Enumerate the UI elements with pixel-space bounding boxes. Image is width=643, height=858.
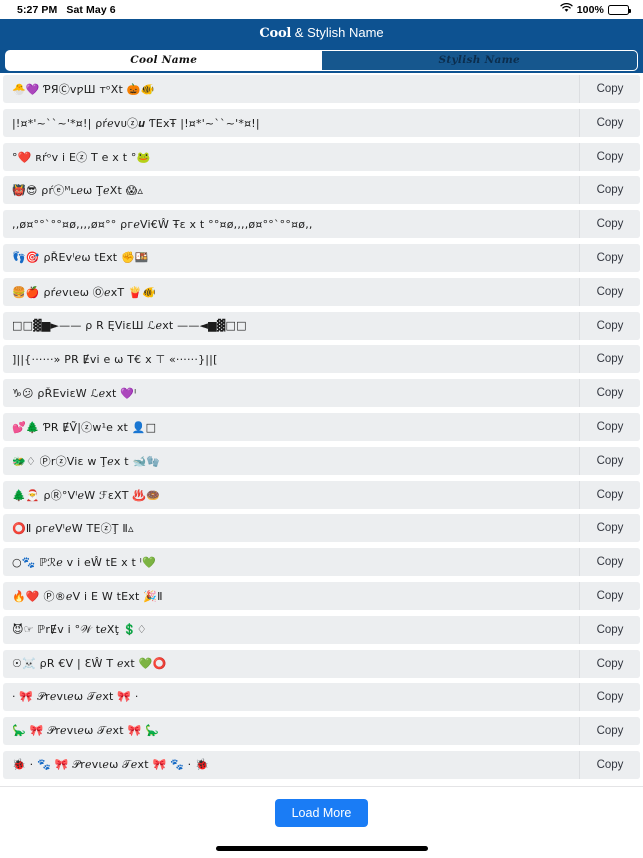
list-item[interactable]: 👣🎯 ρŘEᴠᴵℯω tЕхt ✊🍱 Copy xyxy=(3,243,640,272)
copy-button[interactable]: Copy xyxy=(579,277,640,306)
copy-button[interactable]: Copy xyxy=(579,750,640,779)
list-item[interactable]: ]||{······» ΡR Ɇvi e ω T€ x ⊤ «······}||… xyxy=(3,345,640,374)
tab-stylish-name[interactable]: Stylish Name xyxy=(321,49,638,71)
stylish-name-text: 🐞 · 🐾 🎀 𝒫rℯᴠιℯω 𝒯ℯхt 🎀 🐾 · 🐞 xyxy=(12,757,209,771)
copy-button[interactable]: Copy xyxy=(579,379,640,408)
stylish-name-text: ○🐾 ℙℛℯ v i eŴ tЕ x t ᴵ💚 xyxy=(12,555,156,569)
stylish-name-text: 👣🎯 ρŘEᴠᴵℯω tЕхt ✊🍱 xyxy=(12,251,149,265)
copy-button[interactable]: Copy xyxy=(579,649,640,678)
list-item[interactable]: 👹😎 ρŕⓔᴹʟℯω ŢℯΧt 😱▵ Copy xyxy=(3,176,640,205)
copy-button[interactable]: Copy xyxy=(579,548,640,577)
stylish-name-text: |!¤*'~``~'*¤!| ρŕℯᴠᴜⓩ𝒖 ƬΕхŦ |!¤*'~``~'*¤… xyxy=(12,116,260,130)
list-item[interactable]: 🦕 🎀 𝒫rℯᴠιℯω 𝒯ℯхt 🎀 🦕 Copy xyxy=(3,717,640,746)
tab-cool-name[interactable]: Cool Name xyxy=(5,49,322,71)
copy-button[interactable]: Copy xyxy=(579,108,640,137)
stylish-name-text: 🐲♢ ⓅrⓩViε w Ţℯx t 🐋🧤 xyxy=(12,454,161,468)
stylish-name-text: 🦕 🎀 𝒫rℯᴠιℯω 𝒯ℯхt 🎀 🦕 xyxy=(12,724,159,738)
page-title-fancy: Cool xyxy=(259,26,292,41)
list-item[interactable]: · 🎀 𝒫rℯᴠιℯω 𝒯ℯхt 🎀 · Copy xyxy=(3,683,640,712)
page-title: Cool & Stylish Name xyxy=(259,25,383,41)
stylish-name-text: ☉☠️ ρR €V | ƐŴ T ℯxt 💚⭕ xyxy=(12,657,167,671)
stylish-name-text: ♑😕 ρŘEviεW ℒℯхt 💜ᴵ xyxy=(12,386,137,400)
list-item[interactable]: □□▓▆►—— ρ R ĘViεШ ℒℯхt ——◄▆▓□□ Copy xyxy=(3,311,640,340)
list-item[interactable]: |!¤*'~``~'*¤!| ρŕℯᴠᴜⓩ𝒖 ƬΕхŦ |!¤*'~``~'*¤… xyxy=(3,108,640,137)
copy-button[interactable]: Copy xyxy=(579,683,640,712)
home-indicator[interactable] xyxy=(215,845,428,851)
status-date: Sat May 6 xyxy=(66,3,116,16)
stylish-name-text: ⭕Ⅱ ρгℯVᴵℯW ΤΕⓩŢ Ⅱ▵ xyxy=(12,522,134,536)
stylish-name-text: 🍔🍎 ρŕℯvιeω ⓄℯхT 🍟🐠 xyxy=(12,285,156,299)
copy-button[interactable]: Copy xyxy=(579,480,640,509)
copy-button[interactable]: Copy xyxy=(579,75,640,103)
status-bar-right: 100% xyxy=(560,3,631,16)
list-item[interactable]: ,,ø¤°°`°°¤ø,,,,ø¤°° ρгℯVi€Ŵ Ŧε x t °°¤ø,… xyxy=(3,210,640,239)
status-bar-left: 5:27 PM Sat May 6 xyxy=(17,4,116,16)
battery-full-icon xyxy=(608,4,631,15)
list-item[interactable]: 🐞 · 🐾 🎀 𝒫rℯᴠιℯω 𝒯ℯхt 🎀 🐾 · 🐞 Copy xyxy=(3,750,640,779)
copy-button[interactable]: Copy xyxy=(579,311,640,340)
status-bar: 5:27 PM Sat May 6 100% xyxy=(0,0,643,19)
copy-button[interactable]: Copy xyxy=(579,210,640,239)
tab-stylish-name-label: Stylish Name xyxy=(438,54,520,66)
segmented-tab-bar: Cool Name Stylish Name xyxy=(0,47,643,73)
list-item[interactable]: 😈☞ ℙrɆv i °𝒲 tℯXţ 💲♢ Copy xyxy=(3,615,640,644)
list-item[interactable]: ○🐾 ℙℛℯ v i eŴ tЕ x t ᴵ💚 Copy xyxy=(3,548,640,577)
list-item[interactable]: 🔥❤️ Ⓟ®ℯV i Ε W tЕxt 🎉Ⅱ Copy xyxy=(3,581,640,610)
copy-button[interactable]: Copy xyxy=(579,446,640,475)
app-title-bar: Cool & Stylish Name xyxy=(0,19,643,47)
list-item[interactable]: 🐣💜 ƤЯⒸᴠƿШ ᴛᵒXt 🎃🐠 Copy xyxy=(3,75,640,103)
battery-percent-label: 100% xyxy=(576,3,604,16)
stylish-name-text: 🔥❤️ Ⓟ®ℯV i Ε W tЕxt 🎉Ⅱ xyxy=(12,589,163,603)
tab-cool-name-label: Cool Name xyxy=(130,54,198,66)
copy-button[interactable]: Copy xyxy=(579,345,640,374)
stylish-name-text: °❤️ ʀŕᵒv i Eⓩ T e x t °🐸 xyxy=(12,150,151,164)
list-item[interactable]: °❤️ ʀŕᵒv i Eⓩ T e x t °🐸 Copy xyxy=(3,142,640,171)
list-item[interactable]: ⭕Ⅱ ρгℯVᴵℯW ΤΕⓩŢ Ⅱ▵ Copy xyxy=(3,514,640,543)
page-title-plain: & Stylish Name xyxy=(291,25,384,40)
list-item[interactable]: 🌲🎅 ρⓇ°VᴵℯW ℱεΧT ♨️🍩 Copy xyxy=(3,480,640,509)
copy-button[interactable]: Copy xyxy=(579,176,640,205)
stylish-name-text: 🐣💜 ƤЯⒸᴠƿШ ᴛᵒXt 🎃🐠 xyxy=(12,83,155,96)
stylish-name-text: 🌲🎅 ρⓇ°VᴵℯW ℱεΧT ♨️🍩 xyxy=(12,488,161,502)
name-list[interactable]: 🐣💜 ƤЯⒸᴠƿШ ᴛᵒXt 🎃🐠 Copy |!¤*'~``~'*¤!| ρŕℯᴠ… xyxy=(0,73,643,786)
stylish-name-text: ]||{······» ΡR Ɇvi e ω T€ x ⊤ «······}||… xyxy=(12,352,218,366)
stylish-name-text: □□▓▆►—— ρ R ĘViεШ ℒℯхt ——◄▆▓□□ xyxy=(12,319,247,333)
status-time: 5:27 PM xyxy=(17,3,58,16)
list-footer: Load More xyxy=(0,786,643,838)
list-item[interactable]: 💕🌲 ƤR ɆṼ|ⓩw¹e xt 👤□ Copy xyxy=(3,412,640,441)
copy-button[interactable]: Copy xyxy=(579,615,640,644)
home-indicator-area xyxy=(0,838,643,858)
load-more-button[interactable]: Load More xyxy=(274,798,369,827)
list-item[interactable]: ☉☠️ ρR €V | ƐŴ T ℯxt 💚⭕ Copy xyxy=(3,649,640,678)
list-item[interactable]: ♑😕 ρŘEviεW ℒℯхt 💜ᴵ Copy xyxy=(3,379,640,408)
copy-button[interactable]: Copy xyxy=(579,581,640,610)
copy-button[interactable]: Copy xyxy=(579,412,640,441)
stylish-name-text: 😈☞ ℙrɆv i °𝒲 tℯXţ 💲♢ xyxy=(12,622,147,636)
stylish-name-text: ,,ø¤°°`°°¤ø,,,,ø¤°° ρгℯVi€Ŵ Ŧε x t °°¤ø,… xyxy=(12,217,313,231)
stylish-name-text: 👹😎 ρŕⓔᴹʟℯω ŢℯΧt 😱▵ xyxy=(12,184,144,198)
app-root: 5:27 PM Sat May 6 100% Cool & Stylish Na… xyxy=(0,0,643,858)
stylish-name-text: 💕🌲 ƤR ɆṼ|ⓩw¹e xt 👤□ xyxy=(12,420,157,434)
list-item[interactable]: 🍔🍎 ρŕℯvιeω ⓄℯхT 🍟🐠 Copy xyxy=(3,277,640,306)
copy-button[interactable]: Copy xyxy=(579,142,640,171)
stylish-name-text: · 🎀 𝒫rℯᴠιℯω 𝒯ℯхt 🎀 · xyxy=(12,690,139,704)
list-item[interactable]: 🐲♢ ⓅrⓩViε w Ţℯx t 🐋🧤 Copy xyxy=(3,446,640,475)
copy-button[interactable]: Copy xyxy=(579,243,640,272)
wifi-icon xyxy=(560,3,573,16)
copy-button[interactable]: Copy xyxy=(579,514,640,543)
copy-button[interactable]: Copy xyxy=(579,717,640,746)
